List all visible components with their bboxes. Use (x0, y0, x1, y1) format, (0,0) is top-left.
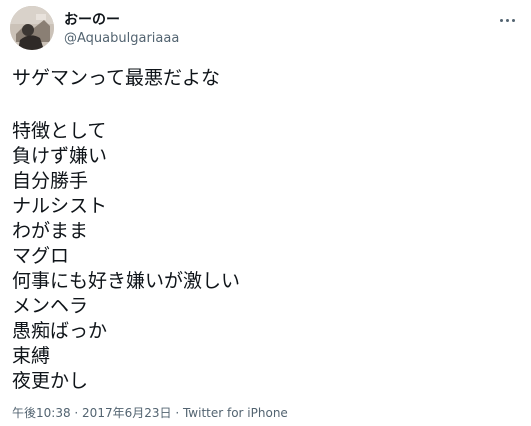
user-avatar-photo-icon (10, 6, 54, 50)
tweet-text-line: 自分勝手 (12, 170, 89, 192)
tweet-text-line: 愚痴ばっか (12, 320, 108, 342)
more-horizontal-icon (511, 18, 515, 22)
tweet-meta: 午後10:38 · 2017年6月23日 · Twitter for iPhon… (12, 405, 288, 421)
tweet-source: Twitter for iPhone (182, 406, 288, 420)
tweet-time-link[interactable]: 午後10:38 (12, 406, 71, 420)
tweet-text-line: ナルシスト (12, 195, 108, 217)
more-horizontal-icon (499, 18, 503, 22)
tweet-text-line: 夜更かし (12, 370, 89, 392)
tweet-text-line: わがまま (12, 220, 89, 242)
display-name[interactable]: おーのー (64, 12, 120, 28)
tweet-text-line: 特徴として (12, 120, 107, 142)
tweet-text-line: サゲマンって最悪だよな (12, 67, 221, 89)
more-options-button[interactable] (495, 10, 519, 30)
tweet-text-line: 束縛 (12, 345, 51, 367)
more-horizontal-icon (505, 18, 509, 22)
tweet-card: おーのー @Aquabulgariaaa サゲマンって最悪だよな 特徴として 負… (0, 0, 531, 426)
tweet-text: サゲマンって最悪だよな 特徴として 負けず嫌い 自分勝手 ナルシスト わがまま … (12, 66, 517, 394)
tweet-text-line: マグロ (12, 245, 70, 267)
user-handle[interactable]: @Aquabulgariaaa (64, 31, 179, 47)
tweet-text-line: メンヘラ (12, 295, 89, 317)
separator: · (171, 406, 183, 420)
avatar[interactable] (10, 6, 54, 50)
tweet-date-link[interactable]: 2017年6月23日 (82, 406, 171, 420)
tweet-text-line: 何事にも好き嫌いが激しい (12, 270, 241, 292)
tweet-text-line: 負けず嫌い (12, 145, 108, 167)
separator: · (70, 406, 83, 420)
